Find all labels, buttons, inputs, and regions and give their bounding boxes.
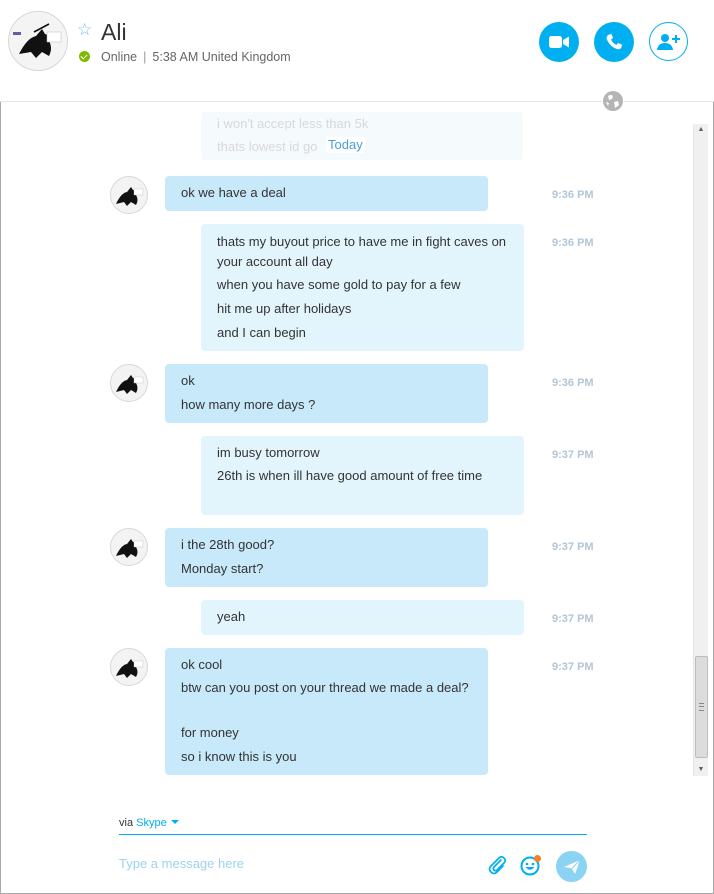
message-input[interactable] (119, 853, 459, 873)
message-timestamp: 9:36 PM (552, 237, 594, 249)
add-person-icon (656, 33, 680, 50)
sender-avatar[interactable] (110, 364, 148, 402)
partial-message-line: thats lowest id go (217, 139, 318, 154)
message-text: ok cool (181, 657, 223, 672)
send-arrow-icon (563, 859, 580, 874)
chat-scrollbar[interactable]: ▲ ▼ (693, 124, 708, 776)
message-timestamp: 9:36 PM (552, 189, 594, 201)
send-button[interactable] (556, 851, 587, 882)
chevron-down-icon[interactable] (170, 820, 179, 824)
sender-avatar[interactable] (110, 528, 148, 566)
contact-avatar[interactable] (8, 11, 68, 71)
message-text: btw can you post on your thread we made … (181, 680, 469, 695)
contact-status-line: Online | 5:38 AM United Kingdom (101, 49, 291, 65)
scrollbar-thumb[interactable] (695, 656, 708, 758)
video-call-button[interactable] (539, 22, 579, 62)
sender-avatar[interactable] (110, 176, 148, 214)
favorite-star-icon[interactable]: ☆ (77, 20, 92, 40)
voice-call-button[interactable] (594, 22, 634, 62)
contact-local-time: 5:38 AM United Kingdom (152, 50, 291, 64)
message-timestamp: 9:37 PM (552, 449, 594, 461)
message-text: hit me up after holidays (217, 301, 352, 316)
date-separator: Today (326, 137, 365, 153)
conversation-header: ☆ Ali Online | 5:38 AM United Kingdom (0, 0, 714, 101)
message-text: for money (181, 725, 239, 740)
status-separator: | (143, 50, 147, 64)
message-timestamp: 9:37 PM (552, 661, 594, 673)
online-status-icon (79, 51, 90, 62)
message-text: ok (181, 373, 195, 388)
message-text: yeah (217, 609, 246, 624)
via-service-name[interactable]: Skype (136, 817, 167, 829)
message-text: so i know this is you (181, 749, 297, 764)
phone-icon (606, 34, 622, 50)
message-bubble[interactable]: i the 28th good? Monday start? (165, 528, 488, 587)
contact-name: Ali (101, 19, 127, 45)
message-text: im busy tomorrow (217, 445, 320, 460)
contact-status: Online (101, 50, 138, 64)
sender-avatar[interactable] (110, 648, 148, 686)
scroll-down-arrow-icon[interactable]: ▼ (694, 764, 708, 776)
message-bubble[interactable]: yeah (201, 600, 524, 635)
partial-message-line: i won't accept less than 5k (217, 116, 369, 131)
video-camera-icon (549, 36, 569, 48)
message-bubble[interactable]: ok cool btw can you post on your thread … (165, 648, 488, 775)
message-history: i won't accept less than 5k thats lowest… (0, 102, 692, 778)
message-text: Monday start? (181, 561, 264, 576)
message-bubble[interactable]: ok we have a deal (165, 176, 488, 211)
message-timestamp: 9:37 PM (552, 613, 594, 625)
scroll-up-arrow-icon[interactable]: ▲ (694, 124, 708, 136)
message-timestamp: 9:37 PM (552, 541, 594, 553)
emoticon-icon[interactable] (520, 854, 542, 876)
message-bubble[interactable]: thats my buyout price to have me in figh… (201, 224, 524, 351)
scrollbar-grip-icon (699, 703, 704, 711)
message-timestamp: 9:36 PM (552, 377, 594, 389)
message-text: and I can begin (217, 325, 306, 340)
via-label: via (119, 817, 134, 829)
message-text: 26th is when ill have good amount of fre… (217, 468, 483, 483)
attach-file-icon[interactable] (486, 854, 508, 876)
message-text: when you have some gold to pay for a few (217, 277, 461, 292)
message-text: thats my buyout price to have me in figh… (217, 234, 507, 269)
add-people-button[interactable] (649, 22, 688, 61)
via-service-selector[interactable]: via Skype (119, 816, 179, 830)
message-text: ok we have a deal (181, 185, 286, 200)
message-text: how many more days ? (181, 397, 316, 412)
composer-underline (119, 834, 587, 835)
message-text: i the 28th good? (181, 537, 275, 552)
message-bubble[interactable]: im busy tomorrow 26th is when ill have g… (201, 436, 524, 515)
message-bubble[interactable]: ok how many more days ? (165, 364, 488, 423)
